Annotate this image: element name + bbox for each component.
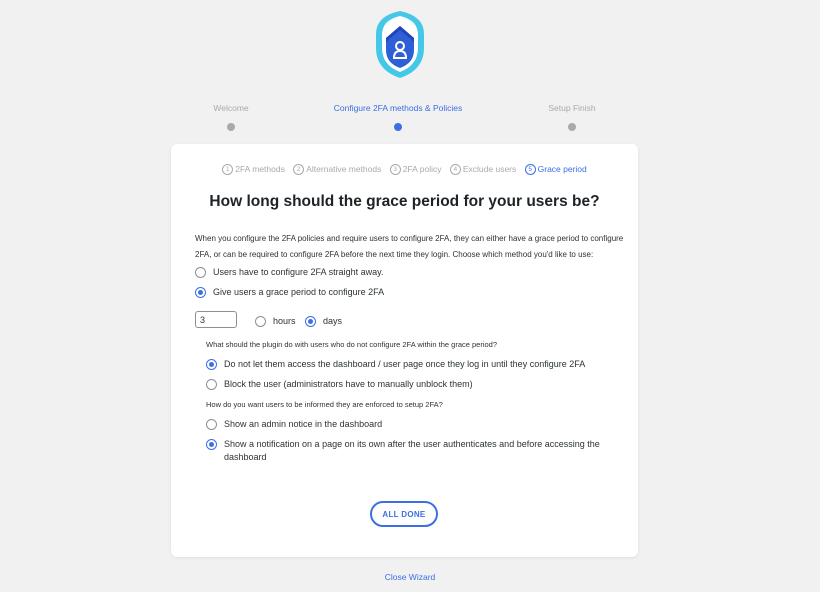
option-straight-away[interactable]: Users have to configure 2FA straight awa… bbox=[195, 266, 383, 279]
wizard-step-dot bbox=[227, 123, 235, 131]
substep-grace-period: 5 Grace period bbox=[524, 164, 587, 175]
option-label: Show a notification on a page on its own… bbox=[224, 439, 600, 462]
shield-lock-logo bbox=[372, 8, 428, 80]
option-unit-days[interactable]: days bbox=[305, 315, 342, 328]
page-title: How long should the grace period for you… bbox=[209, 193, 600, 210]
substep-exclude-users: 4 Exclude users bbox=[449, 164, 516, 175]
wizard-step-label: Configure 2FA methods & Policies bbox=[333, 103, 463, 113]
radio-no-access[interactable] bbox=[206, 359, 217, 370]
option-label: Do not let them access the dashboard / u… bbox=[224, 359, 586, 369]
option-label: Give users a grace period to configure 2… bbox=[213, 287, 385, 297]
wizard-step-finish: Setup Finish bbox=[472, 103, 672, 131]
substep-2fa-policy: 3 2FA policy bbox=[389, 164, 441, 175]
option-label: Block the user (administrators have to m… bbox=[224, 379, 473, 389]
wizard-progress: Welcome Configure 2FA methods & Policies… bbox=[0, 103, 820, 133]
radio-admin-notice[interactable] bbox=[206, 419, 217, 430]
option-label: days bbox=[323, 316, 343, 326]
option-label: Users have to configure 2FA straight awa… bbox=[213, 267, 384, 277]
wizard-step-dot bbox=[394, 123, 402, 131]
option-block-user[interactable]: Block the user (administrators have to m… bbox=[206, 378, 473, 391]
radio-block-user[interactable] bbox=[206, 379, 217, 390]
close-wizard-link[interactable]: Close Wizard bbox=[0, 572, 820, 582]
radio-days[interactable] bbox=[305, 316, 316, 327]
radio-hours[interactable] bbox=[255, 316, 266, 327]
radio-straight-away[interactable] bbox=[195, 267, 206, 278]
all-done-button[interactable]: ALL DONE bbox=[370, 501, 438, 527]
radio-grace-period[interactable] bbox=[195, 287, 206, 298]
option-label: hours bbox=[273, 316, 296, 326]
radio-notification-page[interactable] bbox=[206, 439, 217, 450]
question-grace-expiry: What should the plugin do with users who… bbox=[206, 340, 498, 349]
substep-nav: 1 2FA methods 2 Alternative methods 3 2FA p… bbox=[171, 164, 638, 175]
question-inform-users: How do you want users to be informed the… bbox=[206, 400, 443, 409]
option-grace-period[interactable]: Give users a grace period to configure 2… bbox=[195, 286, 384, 299]
substep-2fa-methods: 1 2FA methods bbox=[222, 164, 285, 175]
option-no-access[interactable]: Do not let them access the dashboard / u… bbox=[206, 358, 626, 371]
wizard-step-dot bbox=[568, 123, 576, 131]
grace-period-value-input[interactable] bbox=[195, 311, 237, 328]
intro-text: When you configure the 2FA policies and … bbox=[195, 234, 624, 259]
wizard-step-configure: Configure 2FA methods & Policies bbox=[298, 103, 498, 131]
option-label: Show an admin notice in the dashboard bbox=[224, 419, 383, 429]
wizard-card: 1 2FA methods 2 Alternative methods 3 2FA p… bbox=[171, 144, 638, 557]
option-notification-page[interactable]: Show a notification on a page on its own… bbox=[206, 438, 621, 464]
wizard-step-label: Setup Finish bbox=[548, 103, 596, 113]
option-unit-hours[interactable]: hours bbox=[255, 315, 296, 328]
substep-alternative-methods: 2 Alternative methods bbox=[293, 164, 381, 175]
option-admin-notice[interactable]: Show an admin notice in the dashboard bbox=[206, 418, 382, 431]
